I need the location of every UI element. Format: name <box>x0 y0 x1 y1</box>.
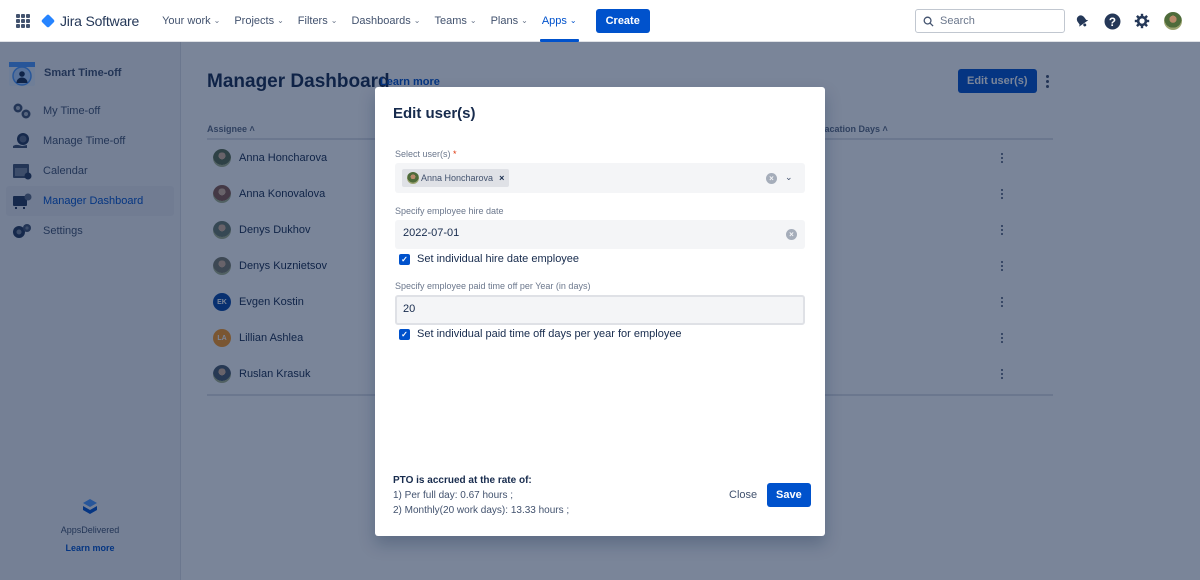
nav-your-work[interactable]: Your work ⌄ <box>157 0 225 42</box>
nav-label: Filters <box>297 14 328 27</box>
accrual-monthly: 2) Monthly(20 work days): 13.33 hours ; <box>393 505 570 516</box>
nav-filters[interactable]: Filters ⌄ <box>293 0 343 42</box>
select-users-label: Select user(s) * <box>395 149 457 159</box>
settings-icon[interactable] <box>1132 11 1152 31</box>
notifications-icon[interactable] <box>1072 11 1092 31</box>
pto-accrual-info: PTO is accrued at the rate of: 1) Per fu… <box>393 473 569 518</box>
pto-label: Specify employee paid time off per Year … <box>395 281 591 291</box>
nav-projects[interactable]: Projects ⌄ <box>229 0 288 42</box>
nav-plans[interactable]: Plans ⌄ <box>486 0 533 42</box>
nav-label: Teams <box>434 14 467 27</box>
chevron-down-icon[interactable]: ⌄ <box>785 172 793 183</box>
app-switcher-icon[interactable] <box>16 13 30 28</box>
remove-user-icon[interactable]: × <box>499 173 504 183</box>
hire-date-input[interactable] <box>403 227 763 239</box>
product-name: Jira Software <box>60 12 140 29</box>
pto-field[interactable] <box>395 295 805 325</box>
hire-date-checkbox[interactable]: ✓ <box>399 253 410 265</box>
jira-diamond-icon <box>40 13 56 28</box>
checkbox-label: Set individual hire date employee <box>417 253 580 265</box>
accrual-per-day: 1) Per full day: 0.67 hours ; <box>393 490 514 501</box>
nav-dashboards[interactable]: Dashboards ⌄ <box>346 0 425 42</box>
checkbox-label: Set individual paid time off days per ye… <box>417 328 682 340</box>
required-mark: * <box>453 149 457 159</box>
top-right-actions: ? <box>1072 11 1182 31</box>
pto-checkbox-row[interactable]: ✓ Set individual paid time off days per … <box>399 328 682 340</box>
profile-avatar[interactable] <box>1164 12 1182 30</box>
pto-days-input[interactable] <box>403 303 783 315</box>
chevron-down-icon: ⌄ <box>469 16 477 25</box>
create-button[interactable]: Create <box>595 8 650 33</box>
hire-date-label: Specify employee hire date <box>395 206 504 216</box>
chevron-down-icon: ⌄ <box>521 16 528 25</box>
select-users-field[interactable]: Anna Honcharova × × ⌄ <box>395 163 805 193</box>
clear-date-icon[interactable]: × <box>786 229 797 240</box>
top-navigation-bar: Jira Software Your work ⌄ Projects ⌄ Filte… <box>0 0 1200 42</box>
svg-text:?: ? <box>1108 15 1115 28</box>
save-button[interactable]: Save <box>767 483 811 507</box>
clear-selection-icon[interactable]: × <box>766 173 777 184</box>
search-input[interactable] <box>940 15 1050 27</box>
accrual-heading: PTO is accrued at the rate of: <box>393 475 532 486</box>
close-button[interactable]: Close <box>721 483 765 507</box>
pto-checkbox[interactable]: ✓ <box>399 328 410 340</box>
nav-apps[interactable]: Apps ⌄ <box>537 0 582 42</box>
hire-date-field[interactable]: × <box>395 220 805 249</box>
search-icon <box>923 16 934 27</box>
nav-label: Plans <box>490 14 519 27</box>
chevron-down-icon: ⌄ <box>413 16 421 25</box>
help-icon[interactable]: ? <box>1102 11 1122 31</box>
jira-logo[interactable]: Jira Software <box>40 13 139 29</box>
chip-label: Anna Honcharova <box>421 173 494 183</box>
chevron-down-icon: ⌄ <box>330 16 338 25</box>
user-avatar <box>407 172 419 184</box>
chevron-down-icon: ⌄ <box>277 16 284 25</box>
nav-label: Apps <box>541 14 567 27</box>
nav-teams[interactable]: Teams ⌄ <box>429 0 481 42</box>
modal-title: Edit user(s) <box>393 105 476 122</box>
nav-label: Projects <box>234 14 275 27</box>
main-nav: Your work ⌄ Projects ⌄ Filters ⌄ Dashboards… <box>157 0 585 42</box>
hire-date-checkbox-row[interactable]: ✓ Set individual hire date employee <box>399 253 579 265</box>
chevron-down-icon: ⌄ <box>569 16 577 25</box>
label-text: Select user(s) <box>395 149 451 159</box>
chevron-down-icon: ⌄ <box>213 16 221 25</box>
selected-user-chip: Anna Honcharova × <box>402 169 510 187</box>
edit-users-modal: Edit user(s) Select user(s) * Anna Honch… <box>375 87 825 536</box>
nav-label: Dashboards <box>351 14 411 27</box>
nav-label: Your work <box>162 14 211 27</box>
search-box[interactable] <box>915 9 1065 33</box>
